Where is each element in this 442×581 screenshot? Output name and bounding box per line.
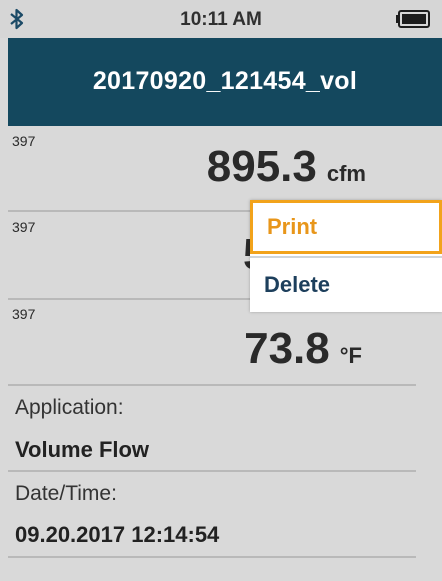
datetime-value: 09.20.2017 12:14:54 bbox=[15, 522, 220, 547]
reading-unit: cfm bbox=[326, 161, 366, 186]
divider bbox=[8, 556, 416, 558]
record-title: 20170920_121454_vol bbox=[92, 67, 358, 95]
divider bbox=[8, 384, 416, 386]
reading-row: 397 73.8 °F bbox=[8, 300, 442, 384]
context-menu: Print Delete bbox=[250, 200, 442, 312]
reading-index: 397 bbox=[12, 133, 36, 149]
title-bar: 20170920_121454_vol bbox=[8, 38, 442, 126]
reading-unit: °F bbox=[339, 343, 362, 368]
reading-index: 397 bbox=[12, 219, 36, 235]
divider bbox=[8, 470, 416, 472]
reading-value-group: 73.8 °F bbox=[244, 324, 362, 374]
application-value: Volume Flow bbox=[15, 437, 150, 462]
reading-row: 397 895.3 cfm bbox=[8, 126, 442, 210]
status-time: 10:11 AM bbox=[180, 9, 262, 30]
menu-item-delete[interactable]: Delete bbox=[250, 256, 442, 310]
reading-value: 73.8 bbox=[244, 324, 330, 373]
datetime-label: Date/Time: bbox=[15, 482, 117, 505]
battery-full-icon bbox=[396, 10, 430, 28]
reading-value-group: 895.3 cfm bbox=[207, 142, 366, 192]
reading-value: 895.3 bbox=[206, 142, 317, 191]
reading-index: 397 bbox=[12, 306, 36, 322]
application-label: Application: bbox=[15, 396, 124, 419]
menu-item-print[interactable]: Print bbox=[250, 200, 442, 254]
device-screen: 10:11 AM 20170920_121454_vol 397 895.3 cf… bbox=[0, 0, 442, 581]
status-bar: 10:11 AM bbox=[0, 0, 442, 38]
